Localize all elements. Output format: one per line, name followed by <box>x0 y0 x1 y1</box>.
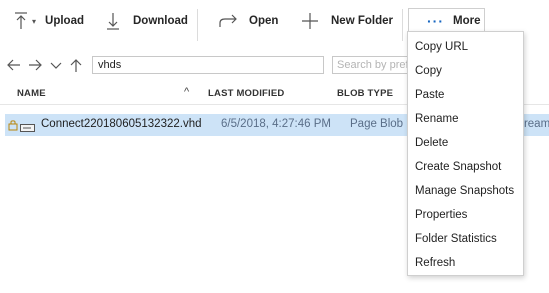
toolbar-separator <box>197 9 198 41</box>
upload-dropdown-icon: ▾ <box>32 16 37 26</box>
menu-item-refresh[interactable]: Refresh <box>408 252 523 274</box>
new-folder-label: New Folder <box>331 15 393 27</box>
more-menu: Copy URL Copy Paste Rename Delete Create… <box>407 31 524 276</box>
open-arrow-icon <box>217 11 239 31</box>
menu-item-create-snapshot[interactable]: Create Snapshot <box>408 156 523 178</box>
open-label: Open <box>249 15 279 27</box>
search-input[interactable] <box>332 56 412 74</box>
back-arrow-icon[interactable] <box>6 57 22 76</box>
more-label: More <box>453 15 481 27</box>
download-label: Download <box>133 15 188 27</box>
chevron-down-icon[interactable] <box>49 57 63 76</box>
lock-icon <box>8 119 18 134</box>
row-name: Connect220180605132322.vhd <box>41 118 202 130</box>
plus-icon <box>299 11 321 31</box>
download-icon <box>104 11 122 31</box>
menu-item-manage-snapshots[interactable]: Manage Snapshots <box>408 180 523 202</box>
toolbar-separator <box>402 9 403 41</box>
more-dots-icon: ··· <box>427 13 444 29</box>
new-folder-button[interactable]: New Folder <box>299 9 393 33</box>
column-header-name[interactable]: NAME <box>17 88 46 99</box>
row-last-modified: 6/5/2018, 4:27:46 PM <box>221 118 331 130</box>
row-blob-type: Page Blob <box>350 118 404 130</box>
menu-item-delete[interactable]: Delete <box>408 132 523 154</box>
menu-item-properties[interactable]: Properties <box>408 204 523 226</box>
menu-item-rename[interactable]: Rename <box>408 108 523 130</box>
upload-icon <box>12 11 30 31</box>
forward-arrow-icon[interactable] <box>27 57 43 76</box>
disk-file-icon <box>20 121 35 135</box>
upload-button[interactable]: ▾ Upload <box>12 9 84 33</box>
menu-item-copy-url[interactable]: Copy URL <box>408 36 523 58</box>
path-input[interactable] <box>92 56 324 74</box>
upload-label: Upload <box>45 15 84 27</box>
menu-item-copy[interactable]: Copy <box>408 60 523 82</box>
column-header-blob-type[interactable]: BLOB TYPE <box>337 88 393 99</box>
open-button[interactable]: Open <box>217 9 278 33</box>
column-header-last-modified[interactable]: LAST MODIFIED <box>208 88 285 99</box>
menu-item-folder-statistics[interactable]: Folder Statistics <box>408 228 523 250</box>
menu-item-paste[interactable]: Paste <box>408 84 523 106</box>
download-button[interactable]: Download <box>104 9 188 33</box>
up-arrow-icon[interactable] <box>69 57 83 76</box>
sort-ascending-icon[interactable]: ^ <box>184 86 189 98</box>
